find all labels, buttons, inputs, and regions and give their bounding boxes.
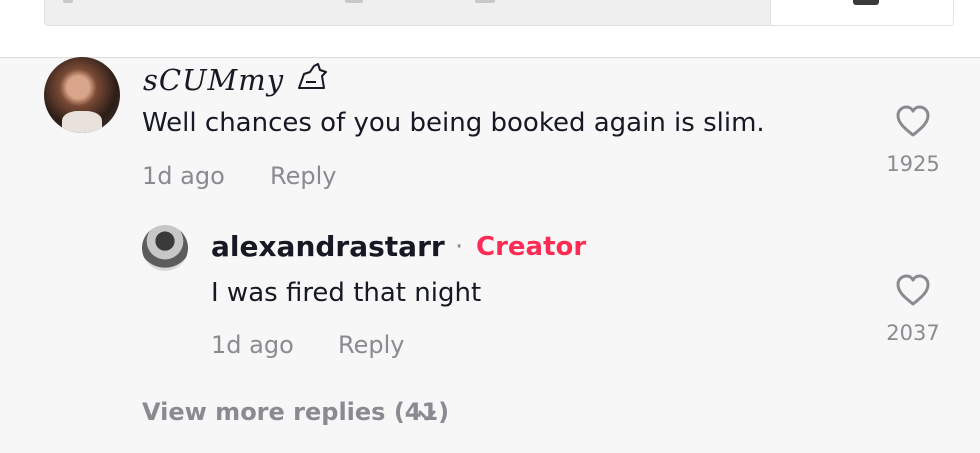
post-button-label-fragment [853,0,879,5]
heart-icon[interactable] [895,273,931,307]
reply-text: I was fired that night [211,278,482,308]
post-button[interactable] [770,0,954,26]
like-count: 2037 [886,321,940,345]
heart-icon[interactable] [895,104,931,138]
commenter-avatar[interactable] [44,57,120,133]
avatar-detail [62,111,102,133]
separator-dot: · [455,232,464,262]
creator-badge: Creator [476,232,587,262]
like-count: 1925 [886,152,940,176]
comment-timestamp: 1d ago [142,162,225,190]
creator-avatar[interactable] [142,225,188,271]
comment-text: Well chances of you being booked again i… [142,108,765,138]
dog-icon [298,63,328,89]
creator-username[interactable]: alexandrastarr [211,230,445,263]
input-text-fragment [345,0,363,3]
comment-input[interactable] [44,0,771,26]
reply-button[interactable]: Reply [338,331,404,359]
chevron-down-icon[interactable] [416,404,438,426]
view-more-replies-button[interactable]: View more replies (41) [142,398,449,426]
comment-composer [0,0,980,58]
input-text-fragment [475,0,495,3]
reply-timestamp: 1d ago [211,331,294,359]
reply-button[interactable]: Reply [270,162,336,190]
commenter-username[interactable]: sCUMmy [143,60,330,97]
input-text-fragment [63,0,73,3]
